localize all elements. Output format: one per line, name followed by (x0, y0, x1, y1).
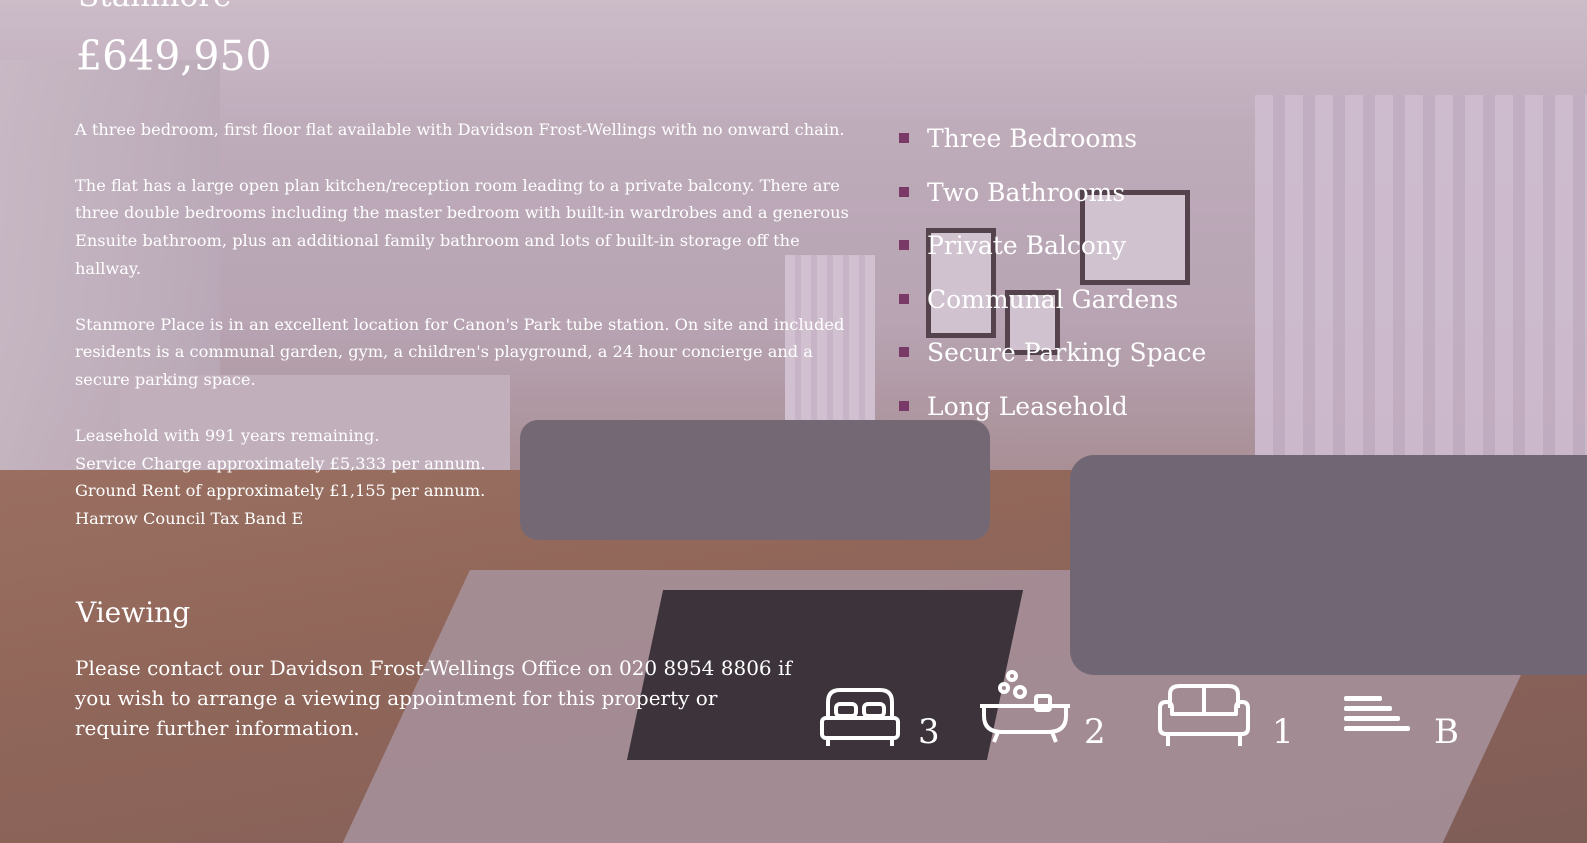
bathrooms-stat: 2 (976, 670, 1116, 760)
description-intro: A three bedroom, first floor flat availa… (75, 120, 845, 139)
listing-price: £649,950 (76, 32, 272, 80)
note-leasehold: Leasehold with 991 years remaining. (75, 425, 380, 445)
description-details: The flat has a large open plan kitchen/r… (75, 175, 849, 278)
receptions-count: 1 (1272, 712, 1294, 752)
bullet-icon (899, 347, 909, 358)
feature-item: Communal Gardens (898, 279, 1206, 333)
feature-item: Long Leasehold (898, 386, 1206, 440)
feature-label: Secure Parking Space (927, 338, 1207, 368)
listing-description: A three bedroom, first floor flat availa… (75, 116, 867, 533)
features-list: Three Bedrooms Two Bathrooms Private Bal… (898, 118, 1206, 440)
feature-item: Secure Parking Space (898, 332, 1206, 386)
feature-label: Long Leasehold (927, 391, 1128, 421)
listing-location: Stanmore (78, 0, 231, 14)
bullet-icon (899, 186, 909, 197)
council-tax-stat: B (1342, 680, 1482, 760)
tax-band-icon (1344, 696, 1410, 731)
council-tax-band: B (1434, 712, 1459, 752)
bath-icon (980, 670, 1070, 743)
bed-icon (820, 688, 900, 746)
bedrooms-stat: 3 (818, 680, 948, 760)
bullet-icon (899, 240, 909, 251)
bullet-icon (899, 293, 909, 304)
feature-label: Three Bedrooms (927, 124, 1138, 153)
feature-label: Private Balcony (927, 231, 1127, 261)
feature-label: Two Bathrooms (927, 177, 1126, 207)
note-council-tax: Harrow Council Tax Band E (75, 509, 304, 529)
bullet-icon (899, 133, 909, 143)
feature-label: Communal Gardens (927, 284, 1179, 314)
feature-item: Private Balcony (898, 225, 1206, 279)
feature-item: Two Bathrooms (898, 172, 1206, 226)
sofa-icon (1158, 684, 1250, 746)
note-ground-rent: Ground Rent of approximately £1,155 per … (75, 481, 486, 501)
listing-details: Stanmore £649,950 A three bedroom, first… (0, 0, 1587, 843)
viewing-text: Please contact our Davidson Frost-Wellin… (75, 656, 792, 740)
feature-item: Three Bedrooms (898, 118, 1206, 172)
viewing-title: Viewing (76, 596, 191, 629)
bedrooms-count: 3 (918, 712, 940, 752)
description-location: Stanmore Place is in an excellent locati… (75, 314, 845, 390)
description-notes: Leasehold with 991 years remaining. Serv… (75, 422, 867, 533)
bathrooms-count: 2 (1084, 712, 1106, 752)
note-service-charge: Service Charge approximately £5,333 per … (75, 453, 486, 473)
bullet-icon (899, 400, 909, 411)
receptions-stat: 1 (1154, 680, 1294, 760)
